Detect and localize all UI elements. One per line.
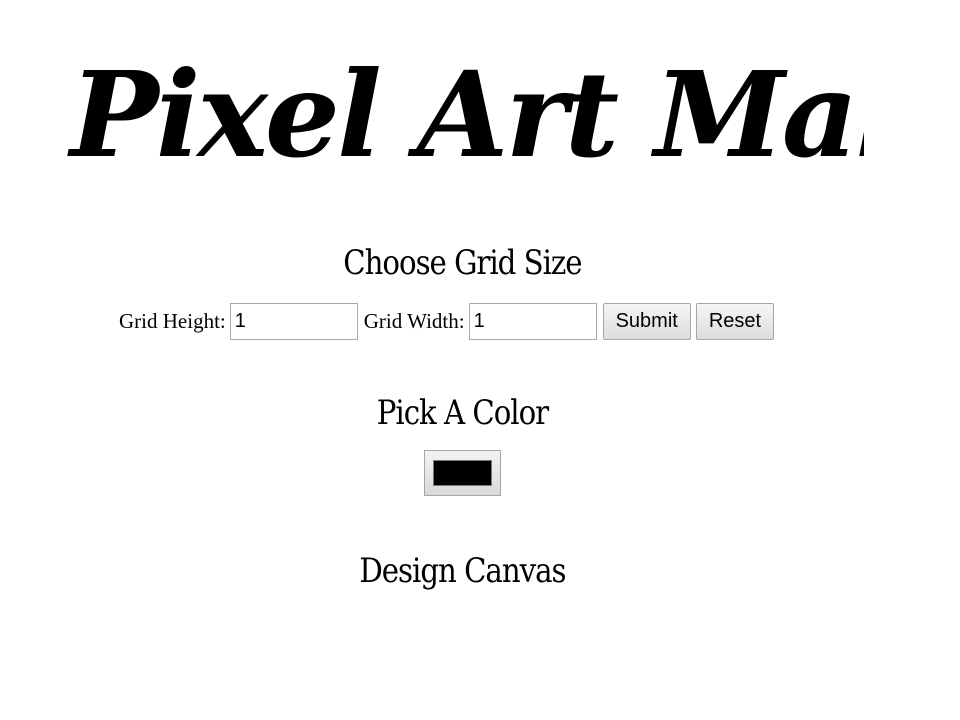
grid-width-input[interactable] — [468, 302, 597, 340]
logo-text: Pixel Art Maker — [67, 45, 864, 182]
size-picker-form: Grid Height: Grid Width: Submit Reset — [119, 302, 779, 340]
reset-button[interactable]: Reset — [695, 302, 775, 340]
grid-size-title: Choose Grid Size — [343, 243, 582, 283]
logo-svg: Pixel Art Maker — [67, 45, 864, 182]
grid-width-label: Grid Width: — [363, 308, 465, 333]
submit-button[interactable]: Submit — [602, 302, 691, 340]
grid-height-label: Grid Height: — [119, 308, 226, 333]
color-picker[interactable] — [424, 450, 501, 496]
pick-color-title: Pick A Color — [376, 393, 549, 433]
logo: Pixel Art Maker — [64, 6, 864, 182]
grid-height-input[interactable] — [229, 302, 358, 340]
page: Pixel Art Maker Choose Grid Size Grid He… — [0, 0, 960, 720]
design-canvas-title: Design Canvas — [359, 551, 566, 591]
color-swatch — [433, 460, 492, 486]
